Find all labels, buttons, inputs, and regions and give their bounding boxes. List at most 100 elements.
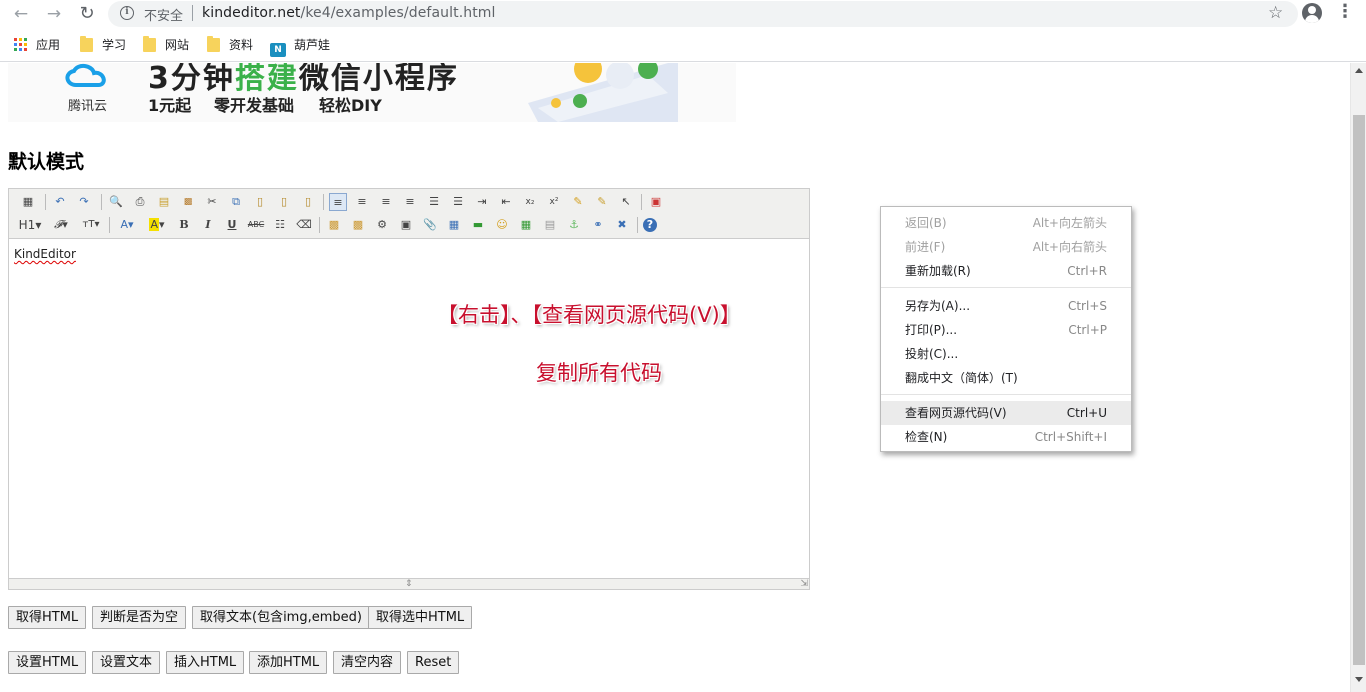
code-icon[interactable]: ▩ bbox=[179, 193, 197, 211]
help-icon[interactable]: ? bbox=[643, 218, 657, 232]
unlink-icon[interactable]: ✖ bbox=[613, 216, 631, 234]
subscript-icon[interactable]: x₂ bbox=[521, 193, 539, 211]
set-text-button[interactable]: 设置文本 bbox=[92, 651, 161, 674]
address-bar[interactable]: i 不安全 kindeditor.net/ke4/examples/defaul… bbox=[108, 1, 1298, 27]
bookmark-sites[interactable]: 网站 bbox=[143, 36, 189, 54]
anchor-icon[interactable]: ⚓ bbox=[565, 216, 583, 234]
get-html-button[interactable]: 取得HTML bbox=[8, 606, 87, 629]
page-break-icon[interactable]: ▤ bbox=[541, 216, 559, 234]
menu-item-save-as[interactable]: 另存为(A)... Ctrl+S bbox=[881, 294, 1131, 318]
resize-corner-icon[interactable]: ⇲ bbox=[800, 580, 808, 589]
horizontal-rule-icon[interactable]: ▬ bbox=[469, 216, 487, 234]
append-html-button[interactable]: 添加HTML bbox=[249, 651, 328, 674]
paste-icon[interactable]: ▯ bbox=[251, 193, 269, 211]
insert-html-button[interactable]: 插入HTML bbox=[166, 651, 245, 674]
bookmark-study[interactable]: 学习 bbox=[80, 36, 126, 54]
copy-icon[interactable]: ⧉ bbox=[227, 193, 245, 211]
url-text[interactable]: kindeditor.net/ke4/examples/default.html bbox=[202, 5, 496, 21]
editor-content-text: KindEditor bbox=[14, 247, 76, 261]
superscript-icon[interactable]: x² bbox=[545, 193, 563, 211]
font-color-label: A bbox=[120, 218, 128, 231]
back-arrow-icon[interactable]: ← bbox=[10, 3, 32, 25]
resize-handle-icon[interactable]: ⇕ bbox=[405, 580, 413, 589]
underline-icon[interactable]: U bbox=[223, 216, 241, 234]
align-justify-icon[interactable]: ≡ bbox=[401, 193, 419, 211]
ad-banner[interactable]: 腾讯云 3分钟搭建微信小程序 1元起 零开发基础 轻松DIY bbox=[8, 63, 736, 122]
paste-word-icon[interactable]: ▯ bbox=[299, 193, 317, 211]
set-html-button[interactable]: 设置HTML bbox=[8, 651, 87, 674]
scroll-thumb[interactable] bbox=[1353, 115, 1365, 665]
heading-format-icon[interactable]: H1▾ bbox=[17, 216, 43, 234]
bold-icon[interactable]: B bbox=[175, 216, 193, 234]
scroll-up-arrow-icon[interactable] bbox=[1355, 68, 1363, 73]
print-icon[interactable]: ⎙ bbox=[131, 193, 149, 211]
quick-format-icon[interactable]: ✎ bbox=[593, 193, 611, 211]
forward-arrow-icon[interactable]: → bbox=[43, 3, 65, 25]
folder-icon bbox=[207, 36, 220, 52]
flash-icon[interactable]: ⚙ bbox=[373, 216, 391, 234]
baidu-map-icon[interactable]: ▦ bbox=[517, 216, 535, 234]
menu-item-inspect[interactable]: 检查(N) Ctrl+Shift+I bbox=[881, 425, 1131, 449]
highlight-label: A bbox=[149, 218, 159, 231]
bookmark-huluwa[interactable]: N 葫芦娃 bbox=[270, 36, 330, 57]
bookmark-apps[interactable]: 应用 bbox=[14, 36, 60, 54]
emoticon-icon[interactable]: ☺ bbox=[493, 216, 511, 234]
menu-item-view-source[interactable]: 查看网页源代码(V) Ctrl+U bbox=[881, 401, 1131, 425]
redo-icon[interactable]: ↷ bbox=[75, 193, 93, 211]
more-menu-icon[interactable]: ⋮ bbox=[1336, 3, 1354, 23]
reload-icon[interactable]: ↻ bbox=[76, 3, 98, 25]
align-right-icon[interactable]: ≡ bbox=[377, 193, 395, 211]
is-empty-button[interactable]: 判断是否为空 bbox=[92, 606, 187, 629]
menu-item-forward[interactable]: 前进(F) Alt+向右箭头 bbox=[881, 235, 1131, 259]
align-left-icon[interactable]: ≡ bbox=[329, 193, 347, 211]
font-color-icon[interactable]: A▾ bbox=[115, 216, 139, 234]
multi-image-icon[interactable]: ▩ bbox=[349, 216, 367, 234]
undo-icon[interactable]: ↶ bbox=[51, 193, 69, 211]
table-icon[interactable]: ▦ bbox=[445, 216, 463, 234]
template-icon[interactable]: ▤ bbox=[155, 193, 173, 211]
unordered-list-icon[interactable]: ☰ bbox=[449, 193, 467, 211]
menu-item-print[interactable]: 打印(P)... Ctrl+P bbox=[881, 318, 1131, 342]
url-path: /ke4/examples/default.html bbox=[300, 5, 496, 21]
preview-icon[interactable]: 🔍 bbox=[107, 193, 125, 211]
info-icon[interactable]: i bbox=[120, 6, 134, 20]
remove-format-icon[interactable]: ⌫ bbox=[295, 216, 313, 234]
account-icon[interactable] bbox=[1302, 3, 1322, 23]
link-icon[interactable]: ⚭ bbox=[589, 216, 607, 234]
media-icon[interactable]: ▣ bbox=[397, 216, 415, 234]
font-size-icon[interactable]: тT▾ bbox=[79, 216, 103, 234]
paste-plain-icon[interactable]: ▯ bbox=[275, 193, 293, 211]
strikethrough-icon[interactable]: ABC bbox=[247, 216, 265, 234]
line-height-icon[interactable]: ☷ bbox=[271, 216, 289, 234]
outdent-icon[interactable]: ⇤ bbox=[497, 193, 515, 211]
font-family-icon[interactable]: 𝓕▾ bbox=[49, 216, 73, 234]
bookmark-star-icon[interactable]: ☆ bbox=[1268, 3, 1283, 23]
menu-item-reload[interactable]: 重新加载(R) Ctrl+R bbox=[881, 259, 1131, 283]
apps-grid-icon bbox=[14, 38, 28, 52]
reset-button[interactable]: Reset bbox=[407, 651, 460, 674]
italic-icon[interactable]: I bbox=[199, 216, 217, 234]
image-icon[interactable]: ▩ bbox=[325, 216, 343, 234]
source-icon[interactable]: ▦ bbox=[19, 193, 37, 211]
toolbar-divider bbox=[641, 194, 642, 210]
indent-icon[interactable]: ⇥ bbox=[473, 193, 491, 211]
attachment-icon[interactable]: 📎 bbox=[421, 216, 439, 234]
menu-item-cast[interactable]: 投射(C)... bbox=[881, 342, 1131, 366]
editor-content-area[interactable]: KindEditor bbox=[9, 240, 809, 578]
fullscreen-icon[interactable]: ▣ bbox=[647, 193, 665, 211]
highlight-color-icon[interactable]: A▾ bbox=[145, 216, 169, 234]
get-text-button[interactable]: 取得文本(包含img,embed) bbox=[192, 606, 370, 629]
cut-icon[interactable]: ✂ bbox=[203, 193, 221, 211]
page-scrollbar[interactable] bbox=[1350, 63, 1366, 692]
menu-divider bbox=[881, 287, 1131, 288]
get-selected-html-button[interactable]: 取得选中HTML bbox=[368, 606, 473, 629]
menu-item-back[interactable]: 返回(B) Alt+向左箭头 bbox=[881, 211, 1131, 235]
menu-item-translate[interactable]: 翻成中文（简体）(T) bbox=[881, 366, 1131, 390]
select-all-icon[interactable]: ↖ bbox=[617, 193, 635, 211]
bookmark-materials[interactable]: 资料 bbox=[207, 36, 253, 54]
ordered-list-icon[interactable]: ☰ bbox=[425, 193, 443, 211]
clear-content-button[interactable]: 清空内容 bbox=[333, 651, 402, 674]
clear-format-icon[interactable]: ✎ bbox=[569, 193, 587, 211]
align-center-icon[interactable]: ≡ bbox=[353, 193, 371, 211]
scroll-down-arrow-icon[interactable] bbox=[1355, 677, 1363, 682]
